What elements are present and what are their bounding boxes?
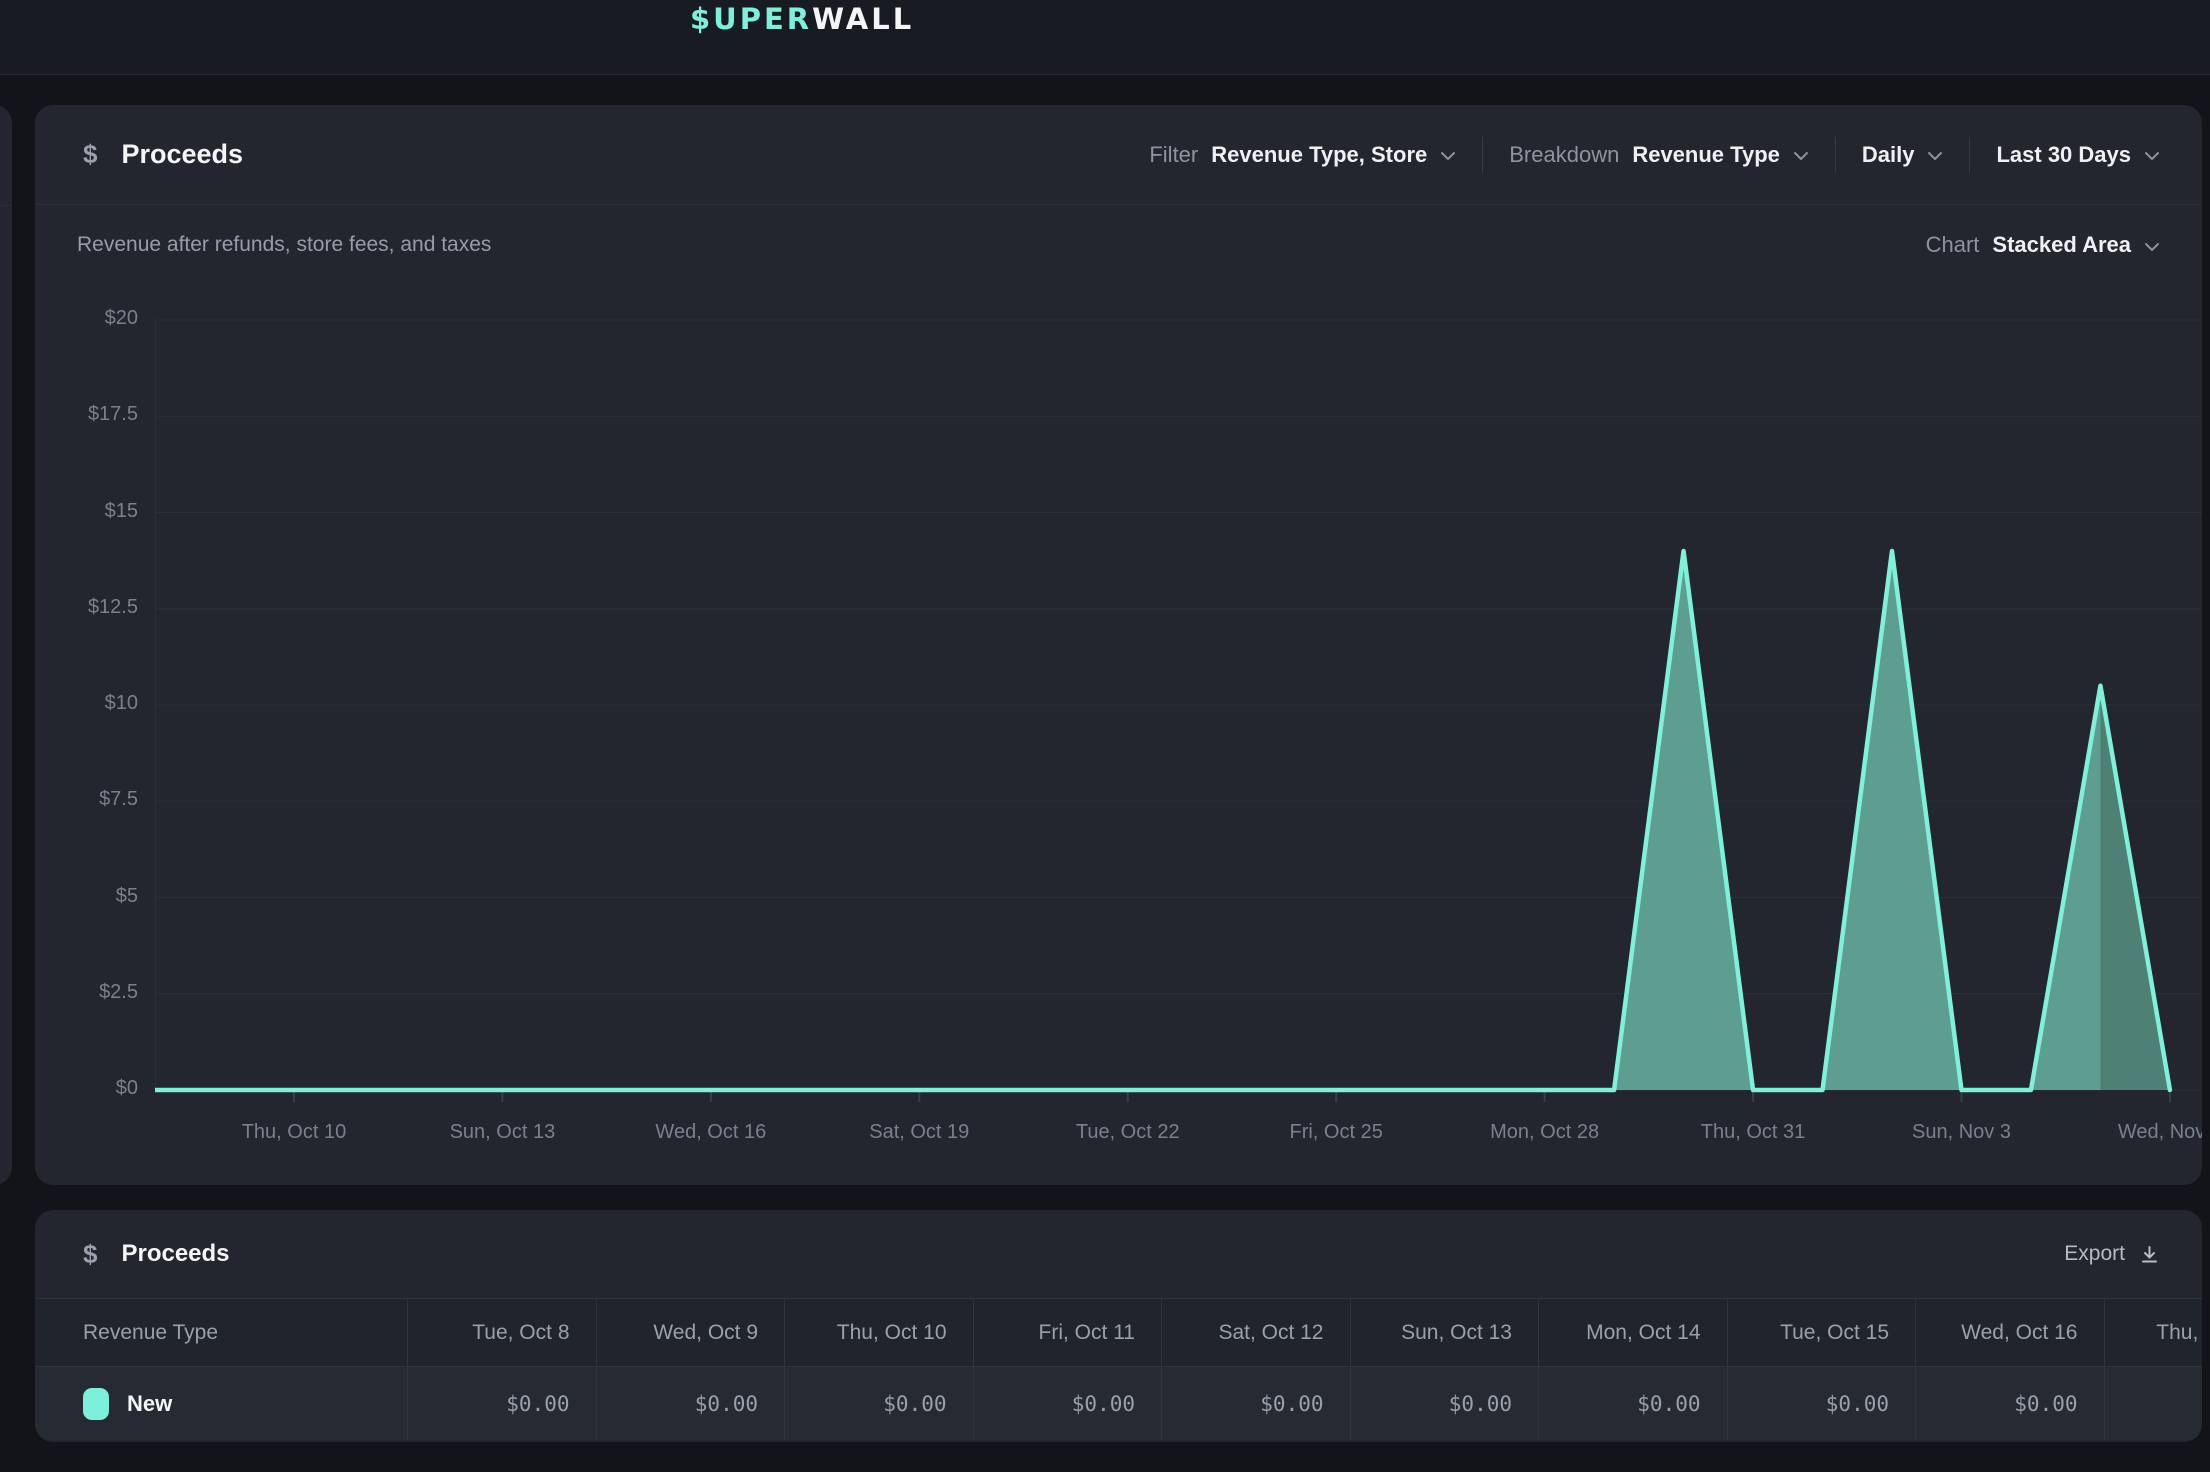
proceeds-table-card: $ Proceeds Export Revenue TypeTue, Oct 8… <box>35 1210 2202 1442</box>
proceeds-chart-card: $ Proceeds Filter Revenue Type, Store Br… <box>35 105 2202 1185</box>
table-column-header: Thu, Oct 10 <box>784 1298 973 1366</box>
table-cell-value: $0.00 <box>1161 1366 1350 1440</box>
export-button[interactable]: Export <box>2064 1242 2160 1266</box>
breakdown-label: Breakdown <box>1509 142 1619 168</box>
export-label: Export <box>2064 1242 2125 1266</box>
table-cell-value: $0.00 <box>407 1366 596 1440</box>
table-cell-value: $0.00 <box>1538 1366 1727 1440</box>
chart-type-control[interactable]: Chart Stacked Area <box>1926 232 2160 258</box>
table-card-title-group: $ Proceeds <box>83 1239 230 1270</box>
x-axis-label: Mon, Oct 28 <box>1490 1121 1599 1144</box>
table-column-header: Sun, Oct 13 <box>1350 1298 1539 1366</box>
table-cell-value: $0.00 <box>1915 1366 2104 1440</box>
chevron-down-icon <box>2144 242 2160 252</box>
granularity-value: Daily <box>1862 142 1915 168</box>
table-column-header: Wed, Oct 9 <box>596 1298 785 1366</box>
breakdown-control[interactable]: Breakdown Revenue Type <box>1509 142 1809 168</box>
table-column-header: Tue, Oct 15 <box>1727 1298 1916 1366</box>
previous-card-header-divider <box>0 205 12 206</box>
table-column-header: Mon, Oct 14 <box>1538 1298 1727 1366</box>
chart-card-header: $ Proceeds Filter Revenue Type, Store Br… <box>35 105 2202 205</box>
table-header-revenue-type: Revenue Type <box>35 1298 407 1366</box>
table-column-header: Thu, Oct 17 <box>2104 1298 2203 1366</box>
x-axis-label: Tue, Oct 22 <box>1076 1121 1180 1144</box>
x-axis-label: Sat, Oct 19 <box>869 1121 969 1144</box>
controls-divider <box>1835 137 1836 173</box>
table-column-header: Sat, Oct 12 <box>1161 1298 1350 1366</box>
top-bar: $UPERWALL <box>0 0 2210 75</box>
y-axis-label: $0 <box>116 1077 138 1100</box>
table-cell-value: $0.00 <box>973 1366 1162 1440</box>
y-axis-label: $15 <box>105 500 138 523</box>
chevron-down-icon <box>2144 151 2160 161</box>
x-axis-label: Sun, Oct 13 <box>450 1121 556 1144</box>
x-axis-label: Fri, Oct 25 <box>1289 1121 1382 1144</box>
download-icon <box>2139 1244 2160 1265</box>
y-axis-label: $17.5 <box>88 403 138 426</box>
y-axis-label: $20 <box>105 307 138 330</box>
table-cell-value: $0.00 <box>784 1366 973 1440</box>
superwall-logo: $UPERWALL <box>690 2 914 36</box>
controls-divider <box>1969 137 1970 173</box>
chart-card-title: Proceeds <box>121 139 243 170</box>
y-axis-label: $7.5 <box>99 788 138 811</box>
table-row-series-cell: New <box>35 1366 407 1440</box>
granularity-control[interactable]: Daily <box>1862 142 1944 168</box>
area-fill <box>155 551 2170 1090</box>
x-axis-label: Wed, Oct 16 <box>655 1121 766 1144</box>
table-cell-value: $0.00 <box>1727 1366 1916 1440</box>
chevron-down-icon <box>1440 151 1456 161</box>
previous-card-edge[interactable] <box>0 105 12 1185</box>
y-axis-label: $2.5 <box>99 981 138 1004</box>
series-color-swatch <box>83 1388 109 1420</box>
stacked-area-chart <box>155 318 2202 1118</box>
y-axis-label: $12.5 <box>88 596 138 619</box>
filter-label: Filter <box>1149 142 1198 168</box>
x-axis-label: Thu, Oct 10 <box>242 1121 347 1144</box>
table-column-header: Fri, Oct 11 <box>973 1298 1162 1366</box>
filter-value: Revenue Type, Store <box>1211 142 1427 168</box>
chart-subtitle-row: Revenue after refunds, store fees, and t… <box>35 205 2202 285</box>
x-axis-label: Wed, Nov 6 <box>2118 1121 2202 1144</box>
x-axis-label: Thu, Oct 31 <box>1701 1121 1806 1144</box>
table-column-header: Wed, Oct 16 <box>1915 1298 2104 1366</box>
chart-controls: Filter Revenue Type, Store Breakdown Rev… <box>1149 137 2160 173</box>
table-card-header: $ Proceeds Export <box>35 1210 2202 1298</box>
chart-subtitle: Revenue after refunds, store fees, and t… <box>77 233 491 257</box>
table-card-title: Proceeds <box>121 1240 229 1268</box>
dollar-icon: $ <box>83 1239 97 1270</box>
controls-divider <box>1482 137 1483 173</box>
chevron-down-icon <box>1793 151 1809 161</box>
table-cell-value: $0.00 <box>596 1366 785 1440</box>
x-axis-label: Sun, Nov 3 <box>1912 1121 2011 1144</box>
date-range-control[interactable]: Last 30 Days <box>1996 142 2160 168</box>
chart-type-value: Stacked Area <box>1992 232 2131 258</box>
dollar-icon: $ <box>83 139 97 170</box>
breakdown-value: Revenue Type <box>1632 142 1780 168</box>
table-cell-value: $0.00 <box>2104 1366 2203 1440</box>
logo-accent-text: $UPER <box>690 2 812 36</box>
y-axis-label: $5 <box>116 885 138 908</box>
date-range-value: Last 30 Days <box>1996 142 2131 168</box>
chart-type-label: Chart <box>1926 232 1980 258</box>
series-name-label: New <box>127 1391 172 1417</box>
chart-card-title-group: $ Proceeds <box>83 139 243 170</box>
table-column-header: Tue, Oct 8 <box>407 1298 596 1366</box>
logo-rest-text: WALL <box>812 2 914 36</box>
proceeds-table: Revenue TypeTue, Oct 8Wed, Oct 9Thu, Oct… <box>35 1298 2202 1440</box>
y-axis-label: $10 <box>105 692 138 715</box>
table-cell-value: $0.00 <box>1350 1366 1539 1440</box>
filter-control[interactable]: Filter Revenue Type, Store <box>1149 142 1456 168</box>
chevron-down-icon <box>1927 151 1943 161</box>
